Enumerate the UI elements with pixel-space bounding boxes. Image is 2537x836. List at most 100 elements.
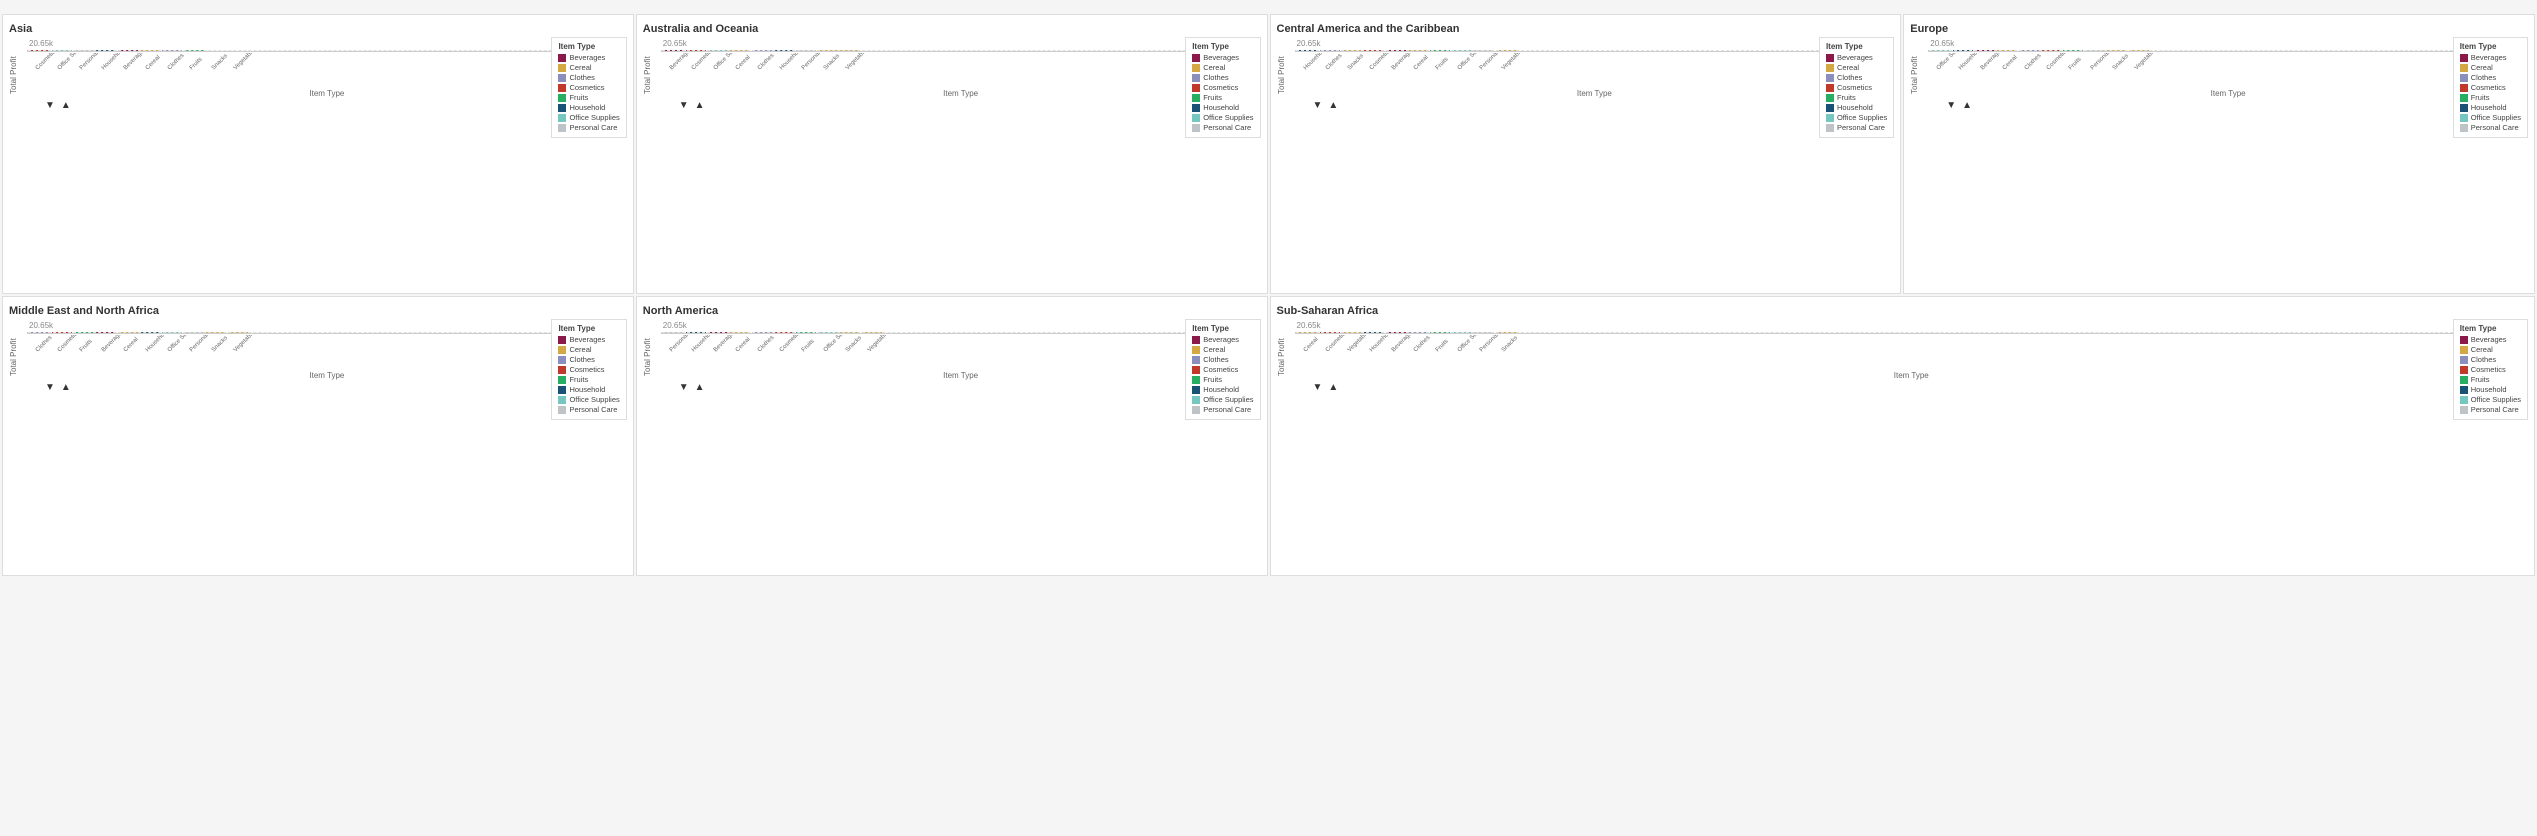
legend-color-swatch bbox=[2460, 406, 2468, 414]
legend-item: Cosmetics bbox=[1192, 83, 1253, 92]
legend-item-label: Personal Care bbox=[1203, 123, 1251, 132]
legend: Item Type BeveragesCerealClothesCosmetics… bbox=[1819, 37, 1894, 138]
legend-item-label: Fruits bbox=[2471, 375, 2490, 384]
legend-color-swatch bbox=[558, 346, 566, 354]
legend-item-label: Cereal bbox=[569, 345, 591, 354]
sort-ascending-button[interactable]: ▲ bbox=[695, 100, 705, 111]
sort-descending-button[interactable]: ▼ bbox=[45, 100, 55, 111]
legend-item-label: Cereal bbox=[1837, 63, 1859, 72]
legend-item-label: Fruits bbox=[569, 93, 588, 102]
x-axis-label: Item Type bbox=[27, 89, 627, 98]
legend-color-swatch bbox=[2460, 114, 2468, 122]
legend-item-label: Fruits bbox=[569, 375, 588, 384]
legend-color-swatch bbox=[1192, 104, 1200, 112]
legend-color-swatch bbox=[2460, 104, 2468, 112]
bars-container: 10k bbox=[1295, 50, 1895, 52]
legend-color-swatch bbox=[558, 104, 566, 112]
legend-item-label: Beverages bbox=[1203, 335, 1239, 344]
legend-item-label: Cereal bbox=[1203, 63, 1225, 72]
legend-color-swatch bbox=[2460, 366, 2468, 374]
legend-color-swatch bbox=[1826, 84, 1834, 92]
sort-descending-button[interactable]: ▼ bbox=[1313, 100, 1323, 111]
legend-item: Cereal bbox=[2460, 345, 2521, 354]
bars-container: 10k bbox=[661, 50, 1261, 52]
legend-item: Clothes bbox=[558, 73, 619, 82]
x-axis-label: Item Type bbox=[1928, 89, 2528, 98]
x-axis-label: Item Type bbox=[1295, 371, 2529, 380]
legend-item-label: Cereal bbox=[569, 63, 591, 72]
legend-item: Cosmetics bbox=[1192, 365, 1253, 374]
legend-item-label: Cosmetics bbox=[1837, 83, 1872, 92]
legend-item: Fruits bbox=[2460, 93, 2521, 102]
legend-item: Clothes bbox=[1826, 73, 1887, 82]
legend-item: Cosmetics bbox=[2460, 365, 2521, 374]
bars-container: 10k bbox=[1928, 50, 2528, 52]
legend-item-label: Personal Care bbox=[1837, 123, 1885, 132]
legend-item-label: Clothes bbox=[1837, 73, 1862, 82]
y-axis-label: Total Profit bbox=[9, 39, 25, 111]
legend-color-swatch bbox=[1826, 64, 1834, 72]
chart-panel-asia: AsiaTotal Profit20.65k10kCosmeticsOffice… bbox=[2, 14, 634, 294]
legend-item: Cereal bbox=[1826, 63, 1887, 72]
legend-color-swatch bbox=[558, 114, 566, 122]
legend-item-label: Cosmetics bbox=[569, 83, 604, 92]
legend-color-swatch bbox=[1192, 74, 1200, 82]
legend-item-label: Clothes bbox=[2471, 355, 2496, 364]
legend-item: Household bbox=[558, 385, 619, 394]
sort-descending-button[interactable]: ▼ bbox=[1313, 382, 1323, 393]
sort-descending-button[interactable]: ▼ bbox=[45, 382, 55, 393]
sort-ascending-button[interactable]: ▲ bbox=[61, 100, 71, 111]
sort-ascending-button[interactable]: ▲ bbox=[61, 382, 71, 393]
y-max-label: 20.65k bbox=[661, 321, 1261, 330]
legend-title: Item Type bbox=[1826, 42, 1887, 51]
legend-item-label: Office Supplies bbox=[569, 395, 619, 404]
legend-item: Fruits bbox=[558, 375, 619, 384]
legend-item: Cosmetics bbox=[558, 83, 619, 92]
legend-item: Household bbox=[2460, 385, 2521, 394]
sort-ascending-button[interactable]: ▲ bbox=[695, 382, 705, 393]
legend-color-swatch bbox=[558, 84, 566, 92]
legend-color-swatch bbox=[2460, 94, 2468, 102]
legend-item-label: Household bbox=[569, 103, 605, 112]
legend-item: Beverages bbox=[2460, 335, 2521, 344]
legend-item-label: Household bbox=[1203, 385, 1239, 394]
legend: Item TypeBeveragesCerealClothesCosmetics… bbox=[2453, 319, 2528, 420]
bars-container: 10k bbox=[27, 50, 627, 52]
legend-item: Beverages bbox=[1192, 53, 1253, 62]
sort-ascending-button[interactable]: ▲ bbox=[1962, 100, 1972, 111]
legend-item: Household bbox=[1192, 103, 1253, 112]
y-axis-label: Total Profit bbox=[643, 321, 659, 393]
bars-container: 10k bbox=[661, 332, 1261, 334]
legend-item-label: Office Supplies bbox=[2471, 113, 2521, 122]
legend-color-swatch bbox=[2460, 356, 2468, 364]
chart-panel-middle-east: Middle East and North AfricaTotal Profit… bbox=[2, 296, 634, 576]
legend-item: Cereal bbox=[1192, 345, 1253, 354]
legend-color-swatch bbox=[1192, 396, 1200, 404]
legend-item-label: Personal Care bbox=[1203, 405, 1251, 414]
legend-color-swatch bbox=[2460, 74, 2468, 82]
legend-color-swatch bbox=[1192, 94, 1200, 102]
page-title bbox=[0, 0, 2537, 12]
x-axis-label: Item Type bbox=[661, 89, 1261, 98]
sort-descending-button[interactable]: ▼ bbox=[679, 100, 689, 111]
sort-descending-button[interactable]: ▼ bbox=[1946, 100, 1956, 111]
legend-item: Fruits bbox=[2460, 375, 2521, 384]
sort-ascending-button[interactable]: ▲ bbox=[1328, 100, 1338, 111]
legend-item-label: Cosmetics bbox=[1203, 83, 1238, 92]
legend-item-label: Beverages bbox=[1837, 53, 1873, 62]
legend-item: Beverages bbox=[558, 335, 619, 344]
sort-descending-button[interactable]: ▼ bbox=[679, 382, 689, 393]
chart-panel-europe: EuropeTotal Profit20.65k10kOffice Suppli… bbox=[1903, 14, 2535, 294]
legend-item: Household bbox=[1192, 385, 1253, 394]
sort-ascending-button[interactable]: ▲ bbox=[1328, 382, 1338, 393]
legend-item: Beverages bbox=[558, 53, 619, 62]
legend-color-swatch bbox=[1192, 54, 1200, 62]
legend-item: Fruits bbox=[1192, 93, 1253, 102]
legend-item-label: Office Supplies bbox=[569, 113, 619, 122]
legend-item-label: Household bbox=[2471, 385, 2507, 394]
legend-item: Cereal bbox=[1192, 63, 1253, 72]
legend-item: Clothes bbox=[2460, 355, 2521, 364]
legend-color-swatch bbox=[2460, 84, 2468, 92]
legend-item-label: Beverages bbox=[569, 53, 605, 62]
legend-item-label: Fruits bbox=[1203, 93, 1222, 102]
